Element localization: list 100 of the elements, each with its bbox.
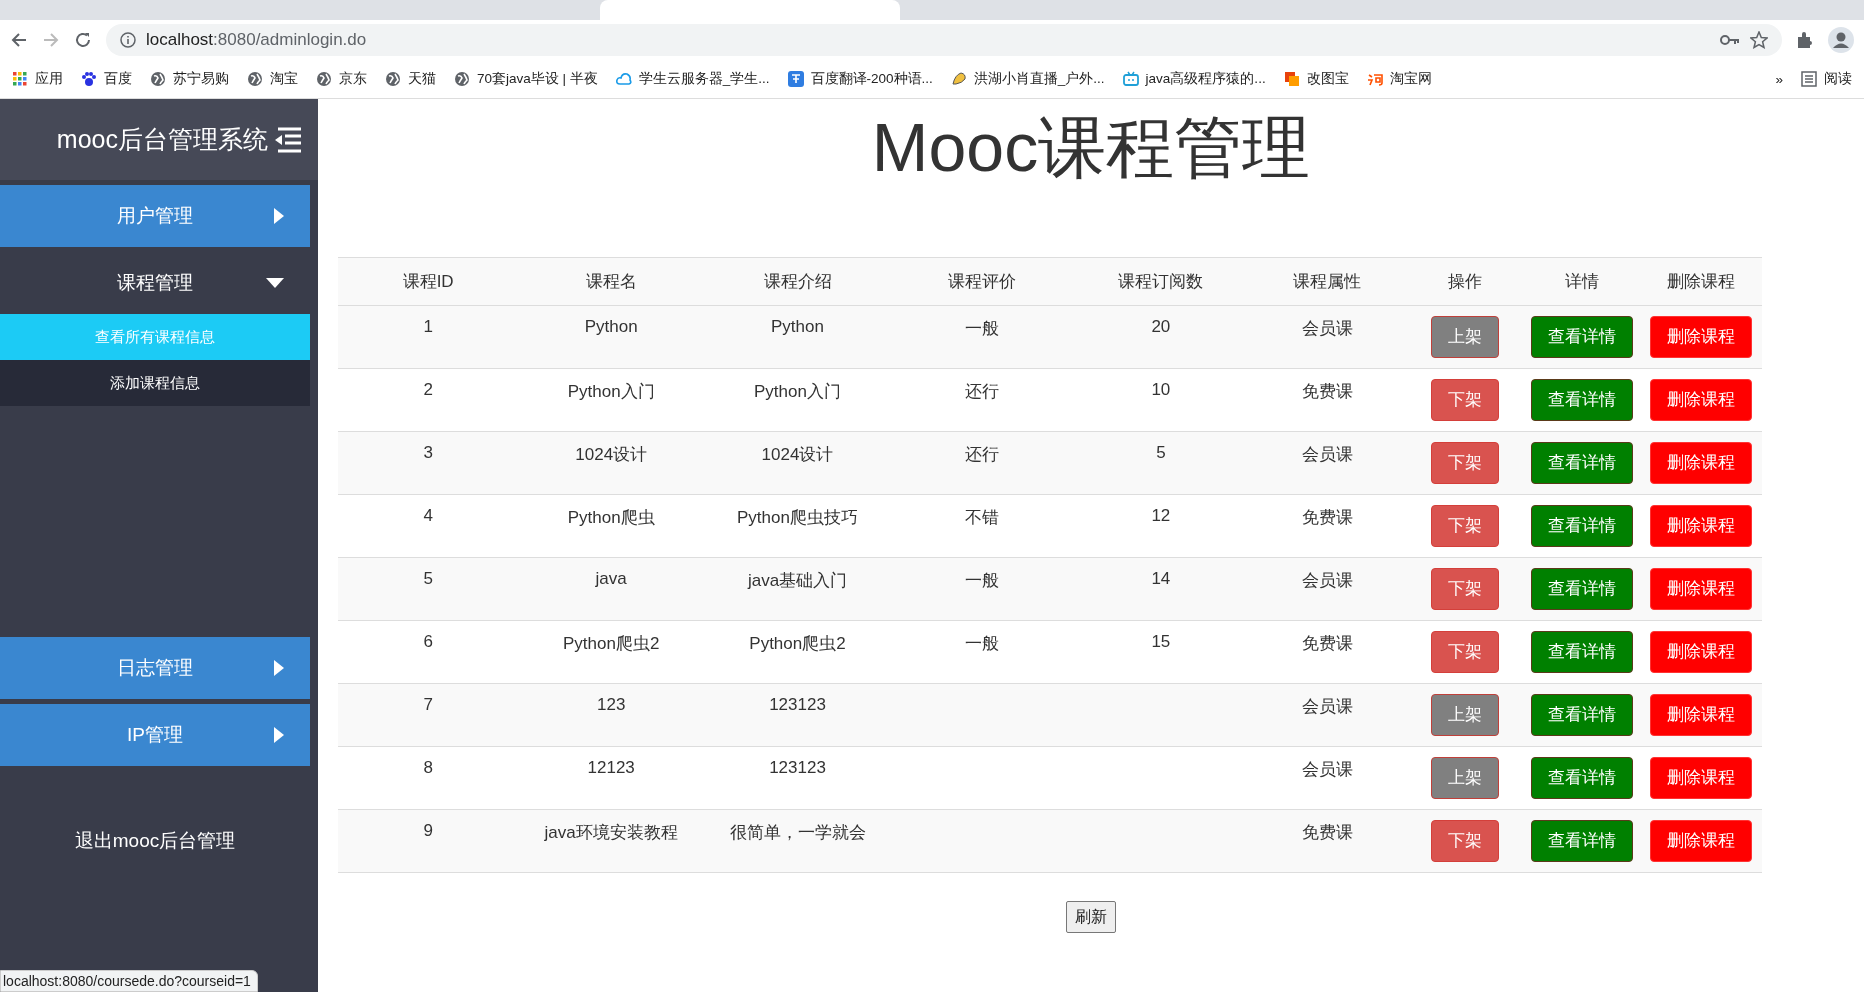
paw-icon	[81, 71, 97, 87]
globe-icon	[247, 71, 263, 87]
view-details-button[interactable]: 查看详情	[1530, 378, 1633, 421]
view-details-button[interactable]: 查看详情	[1530, 441, 1633, 484]
sidebar-menu-item[interactable]: IP管理	[0, 704, 310, 766]
bookmark-link[interactable]: 淘宝	[247, 70, 298, 88]
column-header: 课程订阅数	[1118, 272, 1204, 291]
table-cell: 20	[1151, 317, 1171, 337]
bookmark-link[interactable]: 洪湖小肖直播_户外...	[950, 70, 1105, 88]
status-toggle-button[interactable]: 上架	[1430, 756, 1499, 799]
submenu-item[interactable]: 添加课程信息	[0, 360, 310, 406]
caret-right-icon	[274, 727, 284, 743]
table-cell-text: 免费课	[1301, 507, 1353, 529]
delete-course-button[interactable]: 删除课程	[1649, 756, 1752, 799]
status-toggle-button[interactable]: 下架	[1430, 504, 1499, 547]
delete-course-button[interactable]: 删除课程	[1649, 567, 1752, 610]
tv-icon	[1122, 71, 1139, 87]
bookmark-link[interactable]: 70套java毕设 | 半夜	[454, 70, 598, 88]
table-cell: 1	[423, 317, 433, 337]
globe-icon	[150, 71, 166, 87]
bookmark-link[interactable]: 天猫	[385, 70, 436, 88]
column-header: 详情	[1564, 272, 1599, 291]
bookmark-link[interactable]: 应用	[12, 70, 63, 88]
column-header: 课程评价	[947, 272, 1016, 291]
table-cell: 4	[423, 506, 433, 526]
delete-course-button[interactable]: 删除课程	[1649, 441, 1752, 484]
delete-course-button[interactable]: 删除课程	[1649, 315, 1752, 358]
status-toggle-button[interactable]: 下架	[1430, 441, 1499, 484]
sidebar-menu-item[interactable]: 用户管理	[0, 185, 310, 247]
squares-icon	[1283, 71, 1300, 87]
refresh-button[interactable]: 刷新	[1066, 901, 1116, 933]
view-details-button[interactable]: 查看详情	[1530, 693, 1633, 736]
bookmark-link[interactable]: 改图宝	[1283, 70, 1349, 88]
status-toggle-button[interactable]: 下架	[1430, 630, 1499, 673]
table-cell-text: 一般	[964, 318, 999, 340]
bookmark-link[interactable]: 百度翻译-200种语...	[787, 70, 933, 88]
delete-course-button[interactable]: 删除课程	[1649, 819, 1752, 862]
puzzle-icon	[1796, 31, 1814, 49]
caret-right-icon	[274, 208, 284, 224]
status-toggle-button[interactable]: 上架	[1430, 315, 1499, 358]
table-cell-text: java环境安装教程	[544, 822, 678, 844]
star-icon	[1750, 31, 1768, 49]
view-details-button[interactable]: 查看详情	[1530, 630, 1633, 673]
table-cell: 15	[1151, 632, 1171, 652]
bookmark-link[interactable]: 淘宝网	[1366, 70, 1432, 88]
bookmark-link[interactable]: 苏宁易购	[150, 70, 229, 88]
status-toggle-button[interactable]: 下架	[1430, 378, 1499, 421]
logout-link[interactable]: 退出mooc后台管理	[74, 828, 236, 854]
table-cell: 5	[1156, 443, 1166, 463]
more-bookmarks-button[interactable]: »	[1775, 71, 1783, 87]
bookmark-link[interactable]: java高级程序猿的...	[1122, 70, 1266, 88]
view-details-button[interactable]: 查看详情	[1530, 315, 1633, 358]
globe-icon	[316, 71, 332, 87]
reload-icon	[74, 31, 92, 49]
column-header: 课程属性	[1293, 272, 1362, 291]
table-cell-text: 还行	[964, 444, 999, 466]
view-details-button[interactable]: 查看详情	[1530, 567, 1633, 610]
table-cell-text: 1024设计	[575, 444, 648, 466]
table-cell-text: Python爬虫	[567, 507, 655, 529]
back-icon	[10, 31, 28, 49]
table-cell-text: 一般	[964, 633, 999, 655]
table-cell-text: 会员课	[1301, 696, 1353, 718]
table-cell-text: Python爬虫2	[749, 633, 846, 655]
column-header: 删除课程	[1666, 272, 1735, 291]
caret-right-icon	[274, 660, 284, 676]
delete-course-button[interactable]: 删除课程	[1649, 693, 1752, 736]
table-cell: Python	[584, 317, 638, 337]
globe-icon	[385, 71, 401, 87]
table-cell-text: 免费课	[1301, 822, 1353, 844]
status-toggle-button[interactable]: 上架	[1430, 693, 1499, 736]
table-cell-text: Python入门	[754, 381, 841, 403]
bookmark-link[interactable]: 京东	[316, 70, 367, 88]
browser-tab[interactable]	[600, 0, 900, 20]
table-cell-text: 会员课	[1301, 444, 1353, 466]
profile-icon	[1828, 27, 1854, 53]
forward-icon	[42, 31, 60, 49]
page-title: Mooc课程管理	[871, 113, 1311, 181]
sidebar-menu-item[interactable]: 日志管理	[0, 637, 310, 699]
table-cell-text: 还行	[964, 381, 999, 403]
table-cell-text: Python爬虫2	[563, 633, 660, 655]
bookmark-link[interactable]: 百度	[81, 70, 132, 88]
view-details-button[interactable]: 查看详情	[1530, 756, 1633, 799]
table-cell-text: 很简单，一学就会	[729, 822, 866, 844]
apps-grid-icon	[12, 71, 28, 87]
delete-course-button[interactable]: 删除课程	[1649, 504, 1752, 547]
status-toggle-button[interactable]: 下架	[1430, 567, 1499, 610]
view-details-button[interactable]: 查看详情	[1530, 504, 1633, 547]
view-details-button[interactable]: 查看详情	[1530, 819, 1633, 862]
url-text: localhost:8080/adminlogin.do	[146, 30, 367, 50]
table-cell: 10	[1151, 380, 1171, 400]
app-title: mooc后台管理系统	[56, 124, 268, 155]
table-cell: 123	[597, 695, 626, 715]
delete-course-button[interactable]: 删除课程	[1649, 630, 1752, 673]
delete-course-button[interactable]: 删除课程	[1649, 378, 1752, 421]
column-header: 操作	[1447, 272, 1482, 291]
status-toggle-button[interactable]: 下架	[1430, 819, 1499, 862]
table-cell-text: 一般	[964, 570, 999, 592]
bookmark-link[interactable]: 学生云服务器_学生...	[615, 70, 770, 88]
reading-list-button[interactable]: 阅读	[1801, 70, 1852, 88]
address-bar[interactable]: localhost:8080/adminlogin.do	[106, 24, 1782, 56]
